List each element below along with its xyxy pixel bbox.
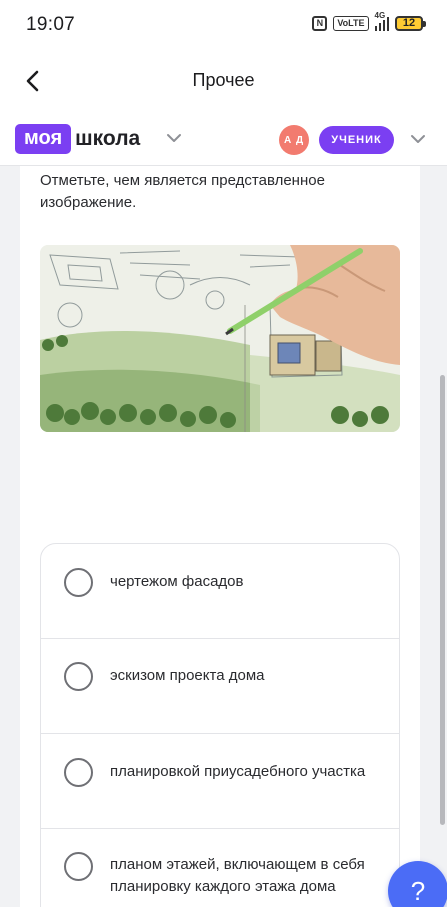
- answer-option-label: чертежом фасадов: [110, 573, 244, 590]
- chevron-down-icon[interactable]: [166, 133, 182, 143]
- answer-options: чертежом фасадов эскизом проекта дома пл…: [40, 543, 400, 907]
- nfc-icon: N: [312, 16, 328, 31]
- app-bar: Прочее: [0, 52, 447, 112]
- battery-icon: 12: [395, 16, 426, 31]
- answer-option[interactable]: планировкой приусадебного участка: [41, 734, 399, 829]
- page-title: Прочее: [192, 70, 255, 90]
- radio-button[interactable]: [64, 852, 93, 881]
- status-icons: N VoLTE 4G 12: [312, 11, 426, 31]
- answer-option[interactable]: чертежом фасадов: [41, 544, 399, 639]
- answer-option[interactable]: эскизом проекта дома: [41, 639, 399, 734]
- help-button[interactable]: ?: [388, 861, 447, 907]
- signal-icon: 4G: [374, 11, 389, 31]
- answer-option-label: планом этажей, включающем в себя планиро…: [110, 856, 365, 895]
- answer-option-label: эскизом проекта дома: [110, 667, 265, 684]
- answer-option-label: планировкой приусадебного участка: [110, 763, 366, 780]
- scrollbar-thumb[interactable]: [440, 375, 445, 825]
- chevron-down-icon[interactable]: [410, 134, 426, 144]
- avatar[interactable]: А Д: [279, 125, 309, 155]
- brand-logo[interactable]: моя школа: [15, 124, 140, 154]
- role-badge[interactable]: УЧЕНИК: [319, 126, 394, 154]
- radio-button[interactable]: [64, 568, 93, 597]
- brand-pill: моя: [15, 124, 72, 154]
- question-prompt: Отметьте, чем является представленное из…: [40, 172, 325, 211]
- network-type: 4G: [374, 11, 386, 20]
- answer-option[interactable]: планом этажей, включающем в себя планиро…: [41, 829, 399, 907]
- status-time: 19:07: [26, 14, 76, 35]
- radio-button[interactable]: [64, 662, 93, 691]
- status-bar: 19:07 N VoLTE 4G 12: [0, 0, 447, 52]
- volte-icon: VoLTE: [333, 16, 369, 31]
- site-plan-sketch-image: [40, 245, 400, 432]
- brand-word: школа: [75, 127, 141, 150]
- radio-button[interactable]: [64, 758, 93, 787]
- question-image: [40, 245, 400, 432]
